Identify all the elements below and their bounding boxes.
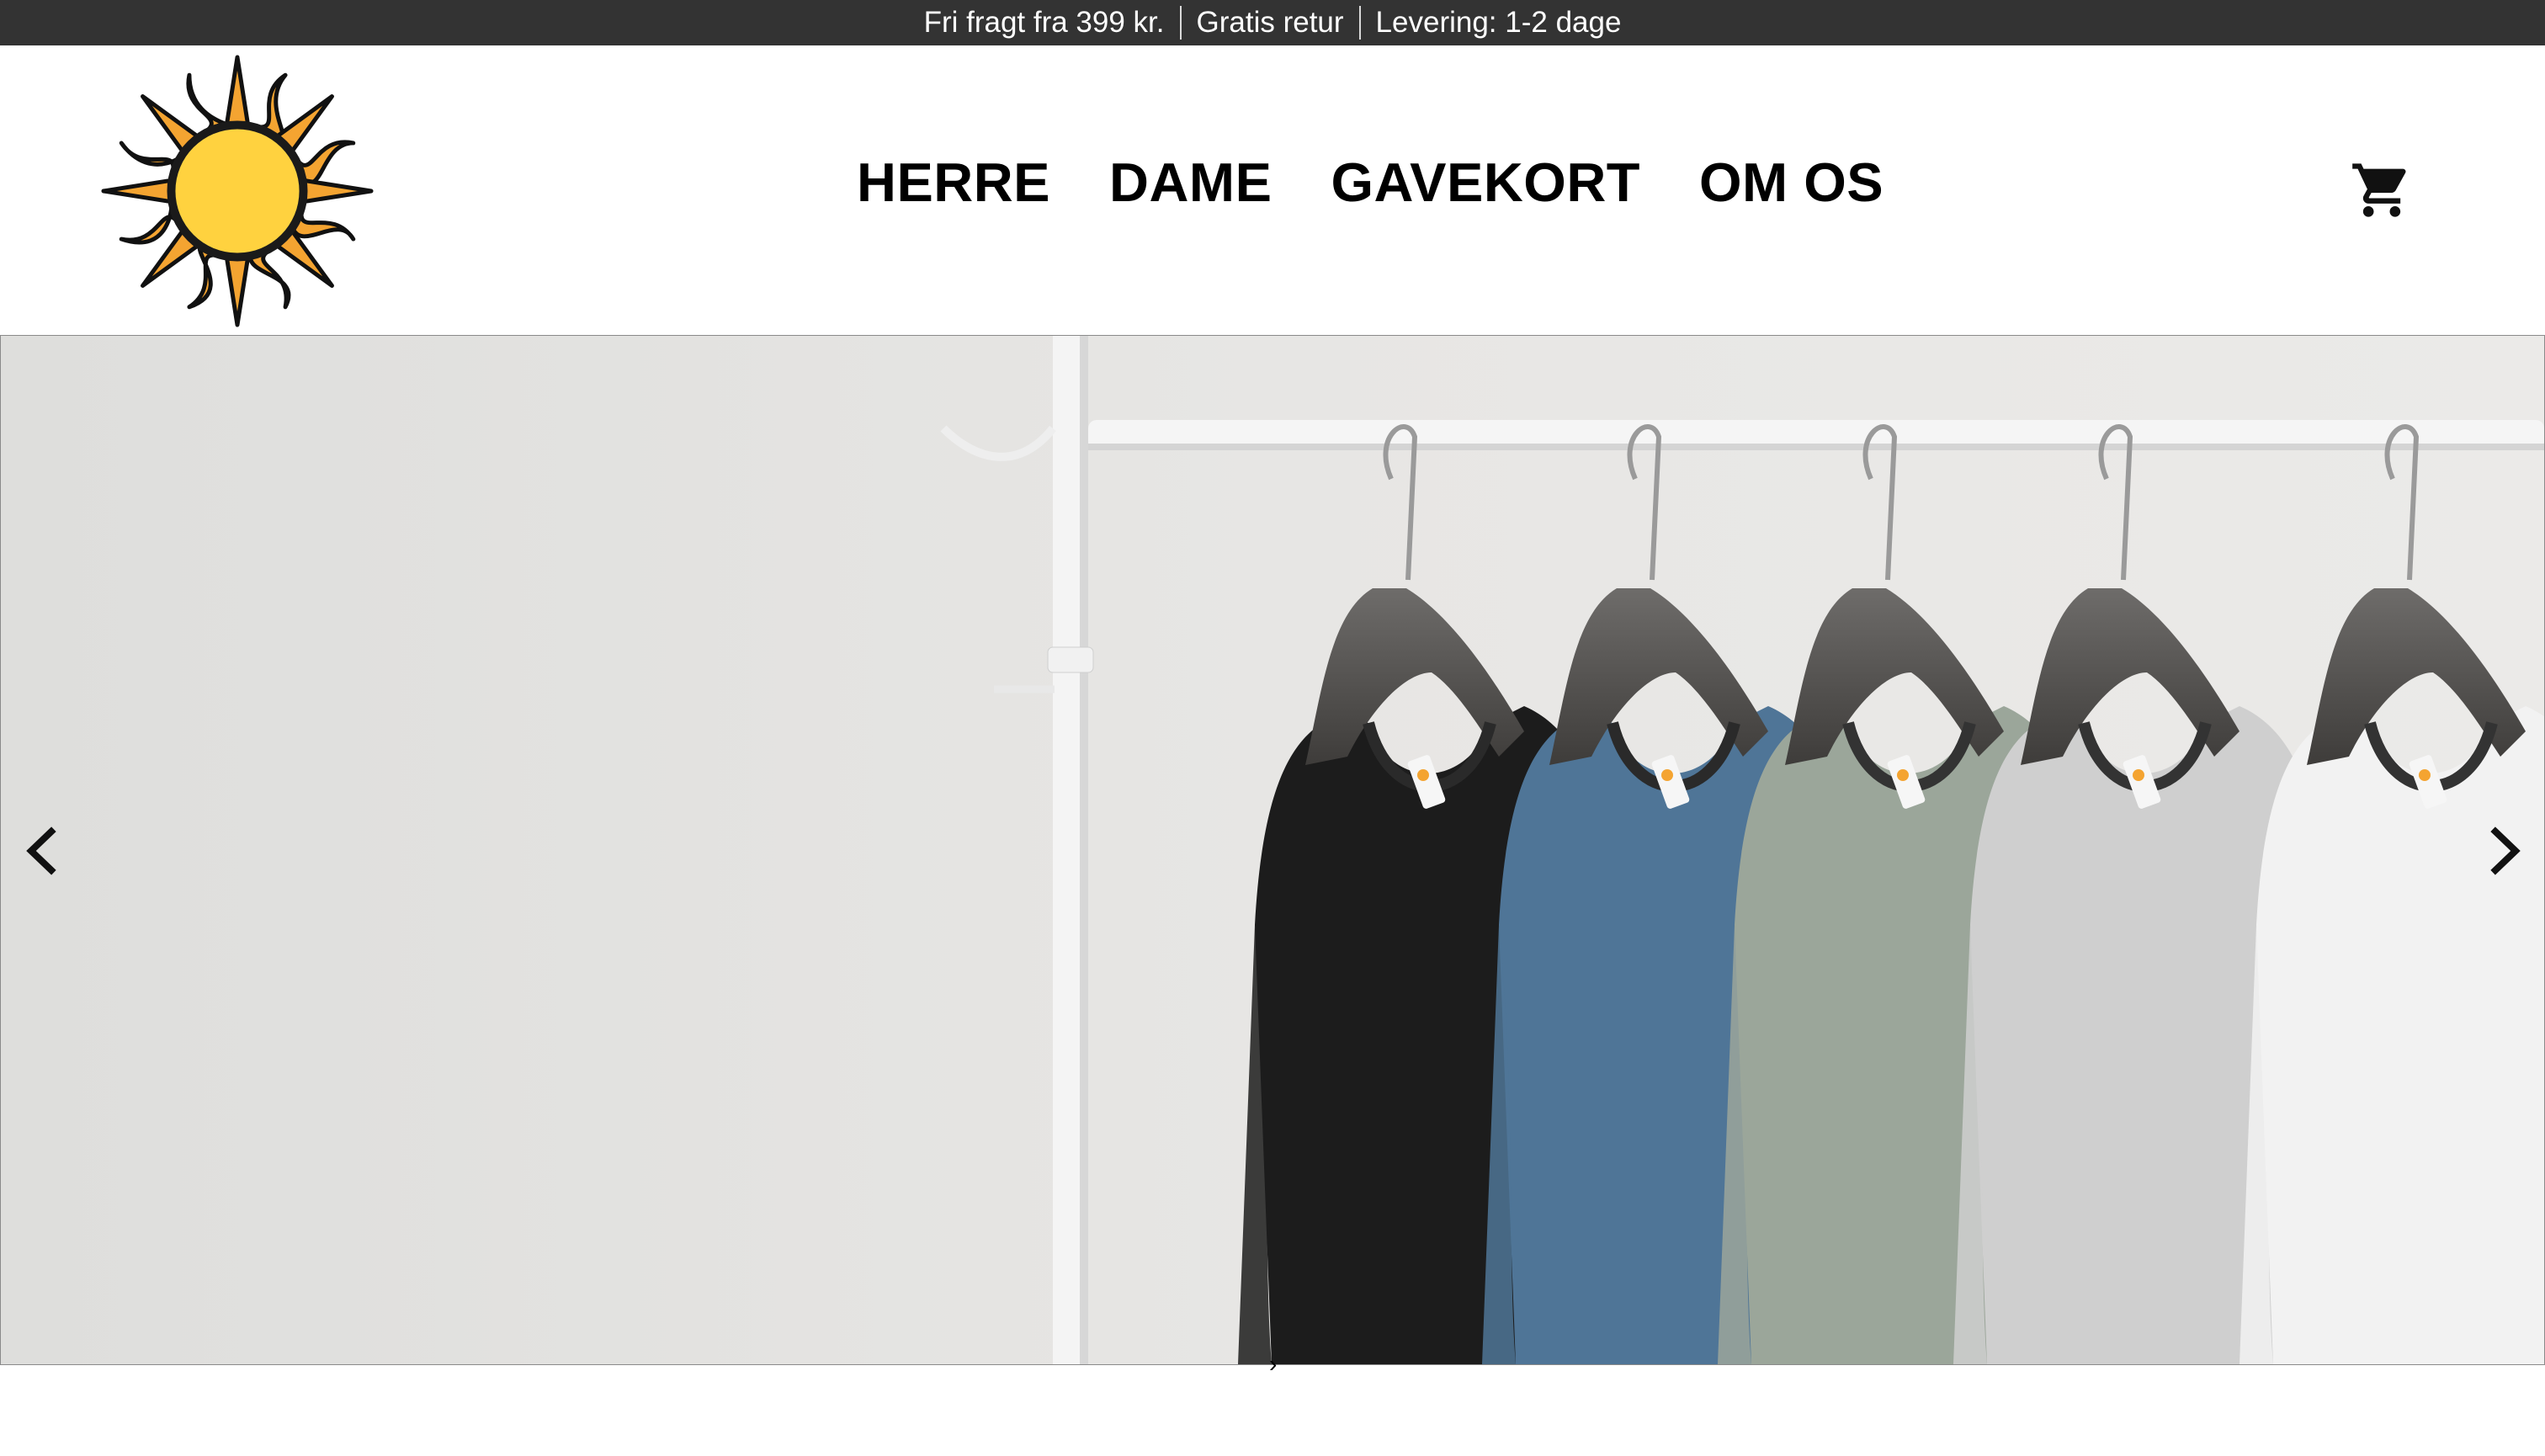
shopping-cart-icon[interactable] [2350, 158, 2414, 222]
chevron-right-icon[interactable] [2479, 821, 2529, 880]
announcement-free-returns: Gratis retur [1196, 6, 1344, 39]
sun-ray [101, 178, 173, 205]
announcement-free-shipping: Fri fragt fra 399 kr. [923, 6, 1165, 39]
nav-item-herre[interactable]: HERRE [857, 155, 1050, 210]
nav-item-gavekort[interactable]: GAVEKORT [1331, 155, 1640, 210]
sun-logo-icon[interactable] [94, 50, 380, 332]
chevron-left-icon[interactable] [18, 821, 68, 880]
announcement-divider [1358, 6, 1361, 40]
sun-ray [301, 178, 374, 205]
hero-slideshow [0, 335, 2545, 1365]
sun-ray [224, 55, 251, 127]
nav-item-dame[interactable]: DAME [1109, 155, 1272, 210]
hero-image-t-shirts-rack [1, 336, 2544, 1364]
sun-ray [224, 255, 251, 327]
main-navigation: HERRE DAME GAVEKORT OM OS [857, 155, 1884, 210]
announcement-delivery: Levering: 1-2 dage [1375, 6, 1622, 39]
site-header: HERRE DAME GAVEKORT OM OS [0, 45, 2545, 335]
slide-indicator-chevron[interactable]: › [1269, 1351, 1277, 1378]
announcement-divider [1179, 6, 1182, 40]
nav-item-om-os[interactable]: OM OS [1699, 155, 1884, 210]
announcement-bar: Fri fragt fra 399 kr. Gratis retur Lever… [0, 0, 2545, 45]
